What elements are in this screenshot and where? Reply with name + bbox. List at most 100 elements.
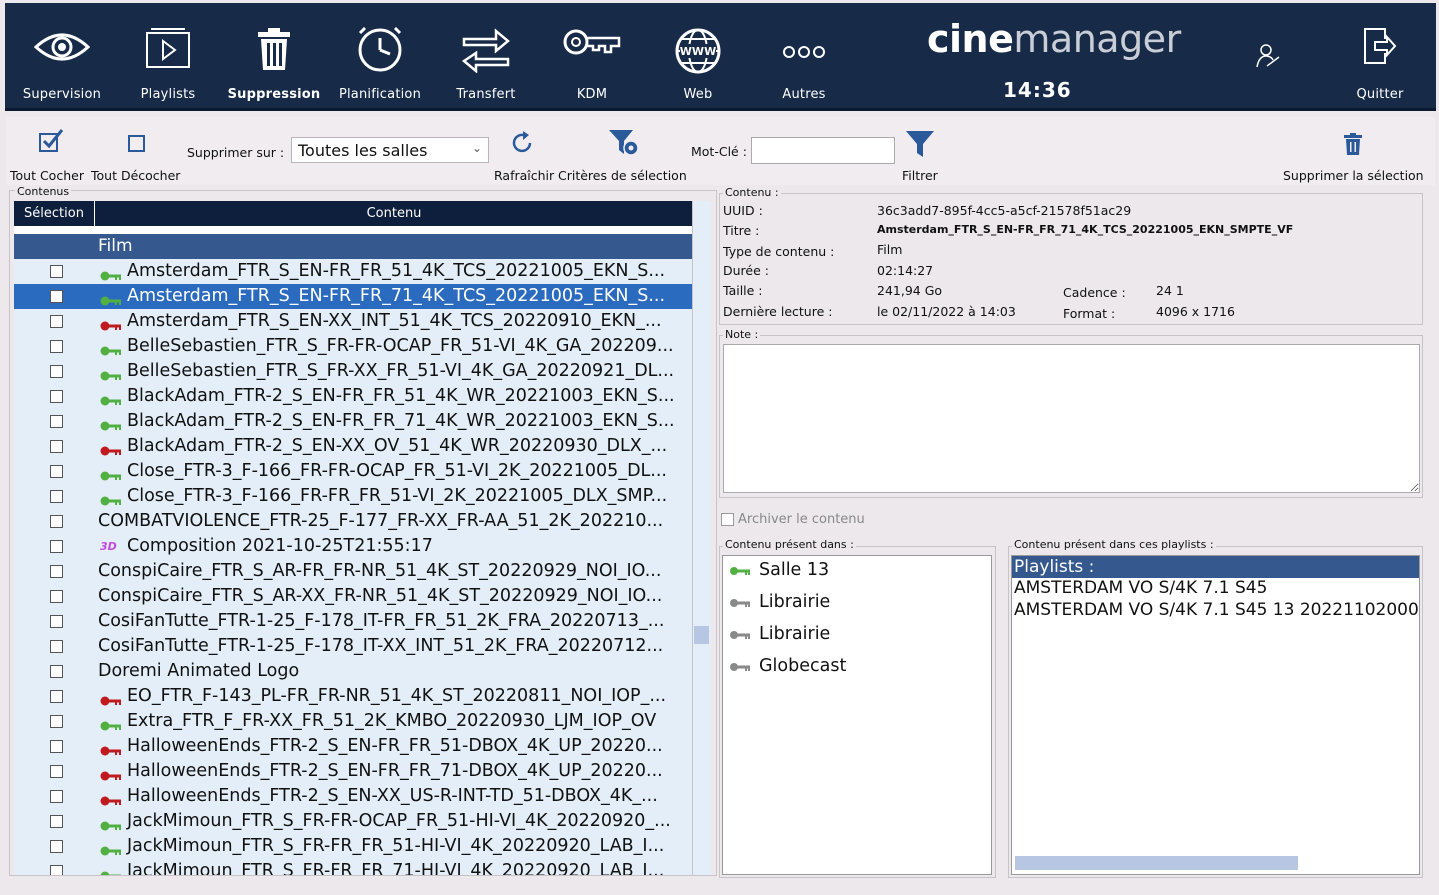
table-row[interactable]: ConspiCaire_FTR_S_AR-XX_FR-NR_51_4K_ST_2…	[14, 584, 692, 609]
table-row[interactable]: JackMimoun_FTR_S_FR-FR-OCAP_FR_51-HI-VI_…	[14, 809, 692, 834]
nav-supervision[interactable]: Supervision	[10, 3, 114, 111]
row-checkbox[interactable]	[50, 590, 63, 603]
column-header-content[interactable]: Contenu	[96, 201, 692, 226]
table-row[interactable]: HalloweenEnds_FTR-2_S_EN-XX_US-R-INT-TD_…	[14, 784, 692, 809]
row-checkbox[interactable]	[50, 715, 63, 728]
scrollbar-thumb[interactable]	[694, 626, 709, 644]
table-row[interactable]: BlackAdam_FTR-2_S_EN-FR_FR_51_4K_WR_2022…	[14, 384, 692, 409]
filter-button[interactable]	[905, 130, 935, 162]
playlist-item[interactable]: AMSTERDAM VO S/4K 7.1 S45	[1014, 578, 1267, 598]
playlists-header[interactable]: Playlists :	[1012, 556, 1419, 578]
check-all-label[interactable]: Tout Cocher	[10, 168, 84, 183]
table-row[interactable]: Amsterdam_FTR_S_EN-XX_INT_51_4K_TCS_2022…	[14, 309, 692, 334]
row-checkbox[interactable]	[50, 315, 63, 328]
row-checkbox[interactable]	[50, 790, 63, 803]
row-checkbox[interactable]	[50, 515, 63, 528]
archive-checkbox[interactable]	[721, 513, 734, 526]
row-checkbox[interactable]	[50, 640, 63, 653]
nav-kdm[interactable]: KDM	[540, 3, 644, 111]
table-row[interactable]: JackMimoun_FTR_S_FR-FR_FR_51-HI-VI_4K_20…	[14, 834, 692, 859]
table-row[interactable]: EO_FTR_F-143_PL-FR_FR-NR_51_4K_ST_202208…	[14, 684, 692, 709]
column-header-selection[interactable]: Sélection	[14, 201, 95, 226]
delete-selection-button[interactable]	[1344, 133, 1362, 159]
nav-playlists[interactable]: Playlists	[116, 3, 220, 111]
table-row[interactable]: BlackAdam_FTR-2_S_EN-FR_FR_71_4K_WR_2022…	[14, 409, 692, 434]
row-checkbox[interactable]	[50, 290, 63, 303]
row-checkbox[interactable]	[50, 615, 63, 628]
note-textarea[interactable]	[723, 344, 1420, 493]
table-row[interactable]: Amsterdam_FTR_S_EN-FR_FR_71_4K_TCS_20221…	[14, 284, 692, 309]
row-content-name: ConspiCaire_FTR_S_AR-XX_FR-NR_51_4K_ST_2…	[98, 586, 663, 606]
row-checkbox[interactable]	[50, 540, 63, 553]
table-row[interactable]: ConspiCaire_FTR_S_AR-FR_FR-NR_51_4K_ST_2…	[14, 559, 692, 584]
playlist-item[interactable]: AMSTERDAM VO S/4K 7.1 S45 13 20221102000	[1014, 600, 1419, 620]
row-checkbox[interactable]	[50, 440, 63, 453]
row-checkbox[interactable]	[50, 340, 63, 353]
chevron-down-icon: ⌄	[471, 141, 482, 155]
table-row[interactable]: CosiFanTutte_FTR-1-25_F-178_IT-FR_FR_51_…	[14, 609, 692, 634]
criteria-label[interactable]: Critères de sélection	[558, 168, 687, 183]
row-checkbox[interactable]	[50, 665, 63, 678]
row-checkbox[interactable]	[50, 865, 63, 875]
more-dots-icon	[783, 46, 825, 58]
table-row[interactable]: CosiFanTutte_FTR-1-25_F-178_IT-XX_INT_51…	[14, 634, 692, 659]
row-checkbox[interactable]	[50, 840, 63, 853]
row-checkbox[interactable]	[50, 690, 63, 703]
table-row[interactable]: HalloweenEnds_FTR-2_S_EN-FR_FR_71-DBOX_4…	[14, 759, 692, 784]
row-checkbox[interactable]	[50, 265, 63, 278]
delete-on-select[interactable]: Toutes les salles ⌄	[291, 137, 489, 163]
sites-list[interactable]: Salle 13 Librairie Librairie Globecast	[722, 555, 992, 875]
check-all-button[interactable]	[38, 128, 64, 158]
table-row[interactable]: COMBATVIOLENCE_FTR-25_F-177_FR-XX_FR-AA_…	[14, 509, 692, 534]
archive-label[interactable]: Archiver le contenu	[738, 512, 865, 527]
user-button[interactable]	[1255, 43, 1281, 73]
nav-planification[interactable]: Planification	[328, 3, 432, 111]
nav-web[interactable]: WWW Web	[646, 3, 750, 111]
playlists-horizontal-scrollbar[interactable]	[1015, 856, 1298, 870]
nav-suppression[interactable]: Suppression	[222, 3, 326, 111]
row-checkbox[interactable]	[50, 465, 63, 478]
row-checkbox[interactable]	[50, 815, 63, 828]
delete-selection-label[interactable]: Supprimer la sélection	[1283, 168, 1424, 183]
row-checkbox[interactable]	[50, 365, 63, 378]
table-row[interactable]: Close_FTR-3_F-166_FR-FR_FR_51-VI_2K_2022…	[14, 484, 692, 509]
table-row[interactable]: Doremi Animated Logo	[14, 659, 692, 684]
contents-list[interactable]: Sélection Contenu Film Amsterdam_FTR_S_E…	[14, 201, 692, 875]
table-row[interactable]: Close_FTR-3_F-166_FR-FR-OCAP_FR_51-VI_2K…	[14, 459, 692, 484]
row-checkbox[interactable]	[50, 565, 63, 578]
table-row[interactable]: HalloweenEnds_FTR-2_S_EN-FR_FR_51-DBOX_4…	[14, 734, 692, 759]
list-scrollbar[interactable]	[692, 201, 711, 875]
refresh-button[interactable]	[509, 130, 535, 160]
filter-label[interactable]: Filtrer	[902, 168, 938, 183]
table-row[interactable]: JackMimoun_FTR_S_FR-FR_FR_71-HI-VI_4K_20…	[14, 859, 692, 875]
row-checkbox[interactable]	[50, 765, 63, 778]
row-checkbox[interactable]	[50, 415, 63, 428]
nav-label: Quitter	[1356, 87, 1404, 102]
criteria-button[interactable]	[608, 128, 640, 162]
row-checkbox[interactable]	[50, 390, 63, 403]
table-row[interactable]: 3D Composition 2021-10-25T21:55:17	[14, 534, 692, 559]
table-row[interactable]: Amsterdam_FTR_S_EN-FR_FR_51_4K_TCS_20221…	[14, 259, 692, 284]
keyword-input[interactable]	[751, 137, 895, 164]
nav-autres[interactable]: Autres	[752, 3, 856, 111]
refresh-icon	[512, 131, 532, 153]
nav-quitter[interactable]: Quitter	[1328, 3, 1432, 111]
row-checkbox[interactable]	[50, 740, 63, 753]
row-content-name: JackMimoun_FTR_S_FR-FR_FR_51-HI-VI_4K_20…	[127, 836, 665, 856]
table-row[interactable]: BelleSebastien_FTR_S_FR-XX_FR_51-VI_4K_G…	[14, 359, 692, 384]
format-label: Format :	[1063, 306, 1116, 321]
nav-transfert[interactable]: Transfert	[434, 3, 538, 111]
table-row[interactable]: BlackAdam_FTR-2_S_EN-XX_OV_51_4K_WR_2022…	[14, 434, 692, 459]
delete-on-label: Supprimer sur :	[187, 145, 285, 160]
group-header-film[interactable]: Film	[14, 234, 692, 259]
site-name: Librairie	[759, 592, 831, 612]
playlists-list[interactable]: Playlists : AMSTERDAM VO S/4K 7.1 S45 AM…	[1011, 555, 1420, 875]
row-checkbox[interactable]	[50, 490, 63, 503]
cinemanager-logo: cinemanager	[927, 17, 1181, 61]
site-name: Salle 13	[759, 560, 830, 580]
uncheck-all-label[interactable]: Tout Décocher	[91, 168, 180, 183]
table-row[interactable]: BelleSebastien_FTR_S_FR-FR-OCAP_FR_51-VI…	[14, 334, 692, 359]
refresh-label[interactable]: Rafraîchir	[494, 168, 554, 183]
uncheck-all-button[interactable]	[128, 135, 146, 157]
table-row[interactable]: Extra_FTR_F_FR-XX_FR_51_2K_KMBO_20220930…	[14, 709, 692, 734]
